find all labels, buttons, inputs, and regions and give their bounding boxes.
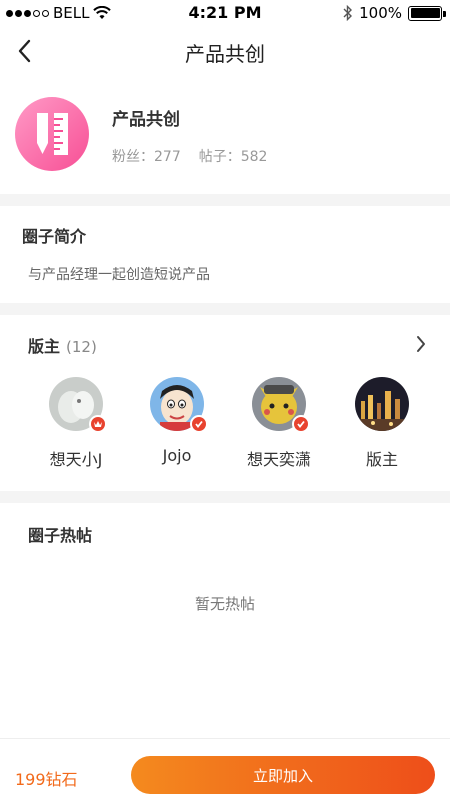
fans-stat: 粉丝：277	[112, 149, 181, 165]
circle-header: 产品共创 粉丝：277 帖子：582	[0, 76, 450, 194]
section-divider	[0, 303, 450, 315]
empty-state-text: 暂无热帖	[194, 595, 255, 613]
verified-badge-icon	[190, 415, 208, 433]
moderator-item[interactable]: 想天奕潇	[234, 377, 324, 470]
intro-section: 圈子简介 与产品经理一起创造短说产品	[0, 206, 450, 303]
moderator-name: 版主	[365, 450, 398, 469]
intro-title: 圈子简介	[22, 227, 87, 246]
bottom-bar: 199钻石 立即加入	[0, 738, 450, 808]
moderators-title: 版主 (12)	[28, 337, 97, 356]
join-price: 199钻石	[15, 770, 78, 789]
ruler-pencil-icon	[37, 113, 68, 155]
chevron-right-icon	[417, 336, 425, 352]
posts-count: 582	[240, 149, 268, 165]
nav-bar: 产品共创	[0, 26, 450, 76]
circle-name: 产品共创	[112, 110, 180, 130]
intro-text: 与产品经理一起创造短说产品	[28, 267, 210, 283]
status-bar: BELL 4:21 PM 100%	[0, 0, 450, 26]
hot-posts-section: 圈子热帖 暂无热帖	[0, 503, 450, 738]
moderator-badge-icon	[89, 415, 107, 433]
avatar	[355, 377, 409, 431]
page-title: 产品共创	[185, 42, 265, 66]
moderators-count: (12)	[66, 338, 97, 356]
join-button[interactable]: 立即加入	[131, 756, 435, 794]
section-divider	[0, 194, 450, 206]
moderators-header[interactable]: 版主 (12)	[0, 315, 450, 375]
moderator-item[interactable]: 版主	[337, 377, 427, 470]
circle-logo	[15, 97, 89, 171]
fans-count: 277	[154, 149, 181, 165]
hot-posts-title: 圈子热帖	[28, 526, 93, 545]
battery-group: 100%	[343, 4, 446, 22]
moderator-name: 想天奕潇	[246, 450, 311, 469]
moderators-section: 版主 (12) 想天小J Jojo 想天奕潇 版主	[0, 315, 450, 491]
moderator-item[interactable]: 想天小J	[31, 377, 121, 470]
moderator-item[interactable]: Jojo	[132, 377, 222, 465]
verified-badge-icon	[292, 415, 310, 433]
battery-icon	[408, 5, 446, 21]
moderator-name: 想天小J	[49, 450, 103, 469]
moderator-name: Jojo	[162, 446, 192, 465]
section-divider	[0, 491, 450, 503]
posts-stat: 帖子：582	[198, 149, 268, 165]
circle-stats: 粉丝：277 帖子：582	[112, 146, 267, 166]
battery-percent: 100%	[359, 4, 402, 22]
bluetooth-icon	[343, 5, 353, 21]
